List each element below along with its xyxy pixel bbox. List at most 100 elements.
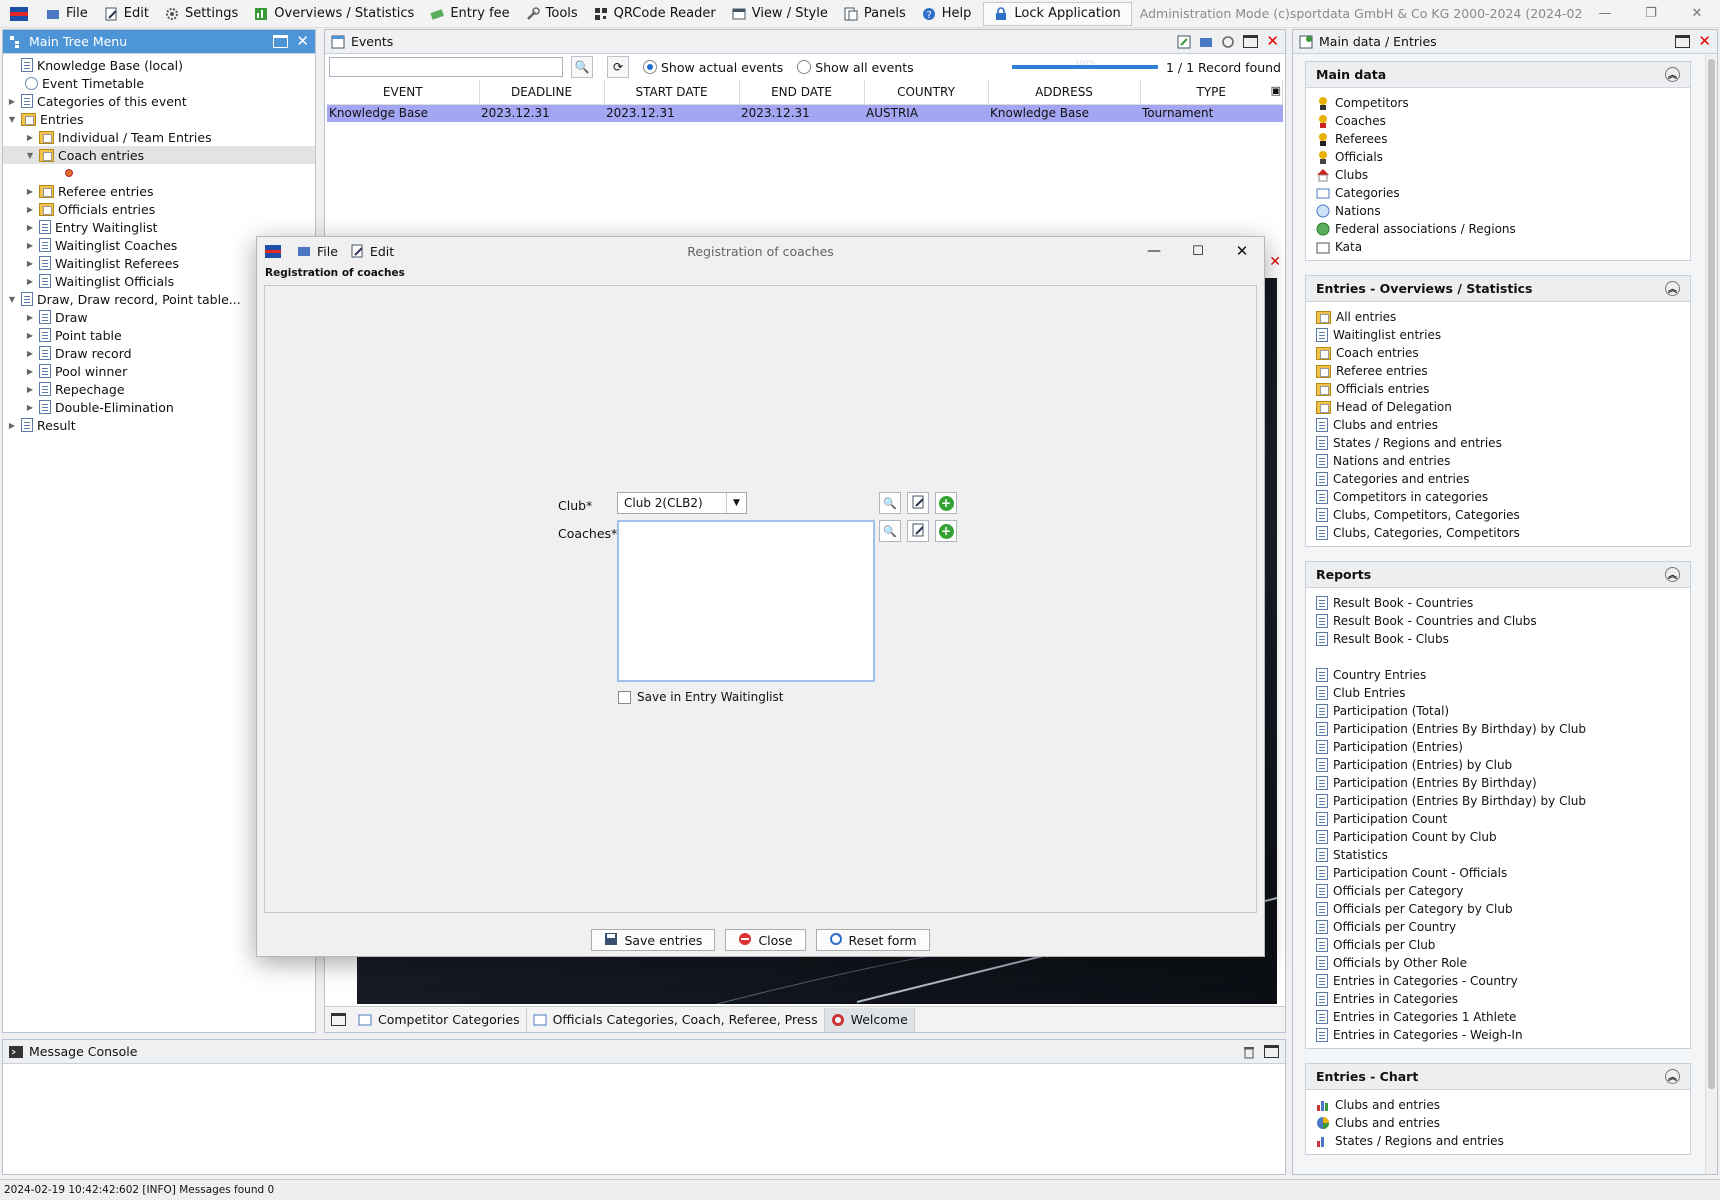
tab-competitor-categories[interactable]: Competitor Categories [352, 1007, 527, 1032]
welcome-close-icon[interactable]: ✕ [1269, 254, 1281, 270]
link-head-of-delegation[interactable]: Head of Delegation [1316, 398, 1690, 416]
maximize-window-button[interactable]: ❐ [1628, 6, 1674, 21]
collapse-section-icon[interactable]: ︽ [1665, 67, 1680, 82]
section-header[interactable]: Entries - Chart ︽ [1306, 1064, 1690, 1090]
lock-application-button[interactable]: Lock Application [983, 1, 1132, 26]
tree-item-officials-entries[interactable]: ▶ Officials entries [3, 200, 315, 218]
save-entries-button[interactable]: Save entries [591, 929, 716, 951]
section-header[interactable]: Reports ︽ [1306, 562, 1690, 588]
link-kata[interactable]: Kata [1316, 238, 1690, 256]
expand-icon[interactable]: ▶ [25, 349, 35, 358]
maximize-icon[interactable] [1243, 35, 1259, 48]
tree-item-individual-team-entries[interactable]: ▶ Individual / Team Entries [3, 128, 315, 146]
report-item[interactable]: Participation (Entries By Birthday) by C… [1316, 720, 1690, 738]
col-address[interactable]: ADDRESS [988, 80, 1141, 105]
menu-panels[interactable]: Panels [836, 0, 914, 27]
close-icon[interactable]: ✕ [296, 34, 309, 49]
expand-icon[interactable]: ▶ [25, 223, 35, 232]
coaches-list[interactable] [617, 520, 875, 682]
close-icon[interactable]: ✕ [1266, 34, 1279, 49]
link-clubs-competitors-categories[interactable]: Clubs, Competitors, Categories [1316, 506, 1690, 524]
collapse-icon[interactable]: ▼ [7, 115, 17, 124]
sync-button[interactable]: ⟳ [607, 56, 629, 78]
club-search-button[interactable]: 🔍 [879, 492, 901, 514]
link-coaches[interactable]: Coaches [1316, 112, 1690, 130]
link-referee-entries[interactable]: Referee entries [1316, 362, 1690, 380]
radio-show-all[interactable]: Show all events [797, 60, 914, 75]
link-competitors[interactable]: Competitors [1316, 94, 1690, 112]
tree-item-event-timetable[interactable]: Event Timetable [3, 74, 315, 92]
col-end-date[interactable]: END DATE [739, 80, 865, 105]
tree-item-categories[interactable]: ▶ Categories of this event [3, 92, 315, 110]
tree-item-coach-entries[interactable]: ▼ Coach entries [3, 146, 315, 164]
expand-icon[interactable]: ▶ [25, 133, 35, 142]
club-edit-button[interactable] [907, 492, 929, 514]
collapse-section-icon[interactable]: ︽ [1665, 567, 1680, 582]
save-waitinglist-checkbox[interactable]: Save in Entry Waitinglist [618, 690, 783, 704]
dialog-menu-file[interactable]: File [291, 237, 344, 265]
chart-link[interactable]: States / Regions and entries [1316, 1132, 1690, 1150]
link-clubs-and-entries[interactable]: Clubs and entries [1316, 416, 1690, 434]
dialog-close-button[interactable]: ✕ [1220, 242, 1264, 260]
expand-icon[interactable]: ▶ [25, 403, 35, 412]
tree-item-referee-entries[interactable]: ▶ Referee entries [3, 182, 315, 200]
report-item[interactable]: Entries in Categories - Weigh-In [1316, 1026, 1690, 1044]
coaches-edit-button[interactable] [907, 520, 929, 542]
link-categories-entries[interactable]: Categories and entries [1316, 470, 1690, 488]
chart-link[interactable]: Clubs and entries [1316, 1114, 1690, 1132]
scrollbar-thumb[interactable] [1708, 59, 1715, 1089]
section-header[interactable]: Main data ︽ [1306, 62, 1690, 88]
report-item[interactable]: Entries in Categories [1316, 990, 1690, 1008]
expand-icon[interactable]: ▶ [25, 313, 35, 322]
col-start-date[interactable]: START DATE [604, 80, 740, 105]
report-item[interactable]: Officials per Category [1316, 882, 1690, 900]
tree-item-entries[interactable]: ▼ Entries [3, 110, 315, 128]
maximize-icon[interactable] [1675, 35, 1691, 48]
dialog-menu-edit[interactable]: Edit [344, 237, 400, 265]
link-categories[interactable]: Categories [1316, 184, 1690, 202]
report-item[interactable]: Country Entries [1316, 666, 1690, 684]
tab-welcome[interactable]: Welcome [824, 1007, 915, 1032]
expand-icon[interactable]: ▶ [25, 187, 35, 196]
dialog-maximize-button[interactable]: ☐ [1176, 244, 1220, 259]
coaches-search-button[interactable]: 🔍 [879, 520, 901, 542]
table-row[interactable]: Knowledge Base 2023.12.31 2023.12.31 202… [327, 104, 1283, 122]
link-coach-entries[interactable]: Coach entries [1316, 344, 1690, 362]
club-select[interactable]: Club 2(CLB2) ▼ [617, 492, 747, 514]
link-all-entries[interactable]: All entries [1316, 308, 1690, 326]
expand-icon[interactable]: ▶ [25, 367, 35, 376]
report-item[interactable]: Participation (Entries By Birthday) [1316, 774, 1690, 792]
col-country[interactable]: COUNTRY [864, 80, 989, 105]
tab-layout-icon[interactable] [331, 1013, 346, 1026]
close-icon[interactable]: ✕ [1698, 34, 1711, 49]
collapse-icon[interactable]: ▼ [7, 295, 17, 304]
radio-all-dot[interactable] [797, 60, 812, 74]
link-nations[interactable]: Nations [1316, 202, 1690, 220]
menu-qrcode[interactable]: QRCode Reader [586, 0, 724, 27]
checkbox-box[interactable] [618, 690, 631, 704]
expand-icon[interactable]: ▶ [25, 241, 35, 250]
maximize-icon[interactable] [1264, 1045, 1279, 1058]
report-item[interactable]: Club Entries [1316, 684, 1690, 702]
report-item[interactable]: Participation (Entries By Birthday) by C… [1316, 792, 1690, 810]
menu-file[interactable]: File [38, 0, 96, 27]
collapse-section-icon[interactable]: ︽ [1665, 1069, 1680, 1084]
tree-item-entry-waitinglist[interactable]: ▶ Entry Waitinglist [3, 218, 315, 236]
report-item[interactable]: Result Book - Countries and Clubs [1316, 612, 1690, 630]
radio-actual-dot[interactable] [643, 60, 657, 74]
menu-tools[interactable]: Tools [518, 0, 586, 27]
tab-officials-categories[interactable]: Officials Categories, Coach, Referee, Pr… [527, 1007, 825, 1032]
section-header[interactable]: Entries - Overviews / Statistics ︽ [1306, 276, 1690, 302]
search-button[interactable]: 🔍 [571, 56, 593, 78]
expand-icon[interactable]: ▶ [7, 97, 17, 106]
reset-form-button[interactable]: Reset form [815, 929, 930, 951]
report-item[interactable]: Participation Count [1316, 810, 1690, 828]
tree-item-knowledge-base[interactable]: Knowledge Base (local) [3, 56, 315, 74]
link-clubs[interactable]: Clubs [1316, 166, 1690, 184]
report-item[interactable]: Participation (Entries) [1316, 738, 1690, 756]
chevron-down-icon[interactable]: ▼ [726, 493, 746, 513]
expand-icon[interactable]: ▶ [25, 331, 35, 340]
events-search-input[interactable] [329, 57, 563, 77]
right-scrollbar[interactable] [1705, 55, 1717, 1174]
report-item[interactable]: Participation (Entries) by Club [1316, 756, 1690, 774]
